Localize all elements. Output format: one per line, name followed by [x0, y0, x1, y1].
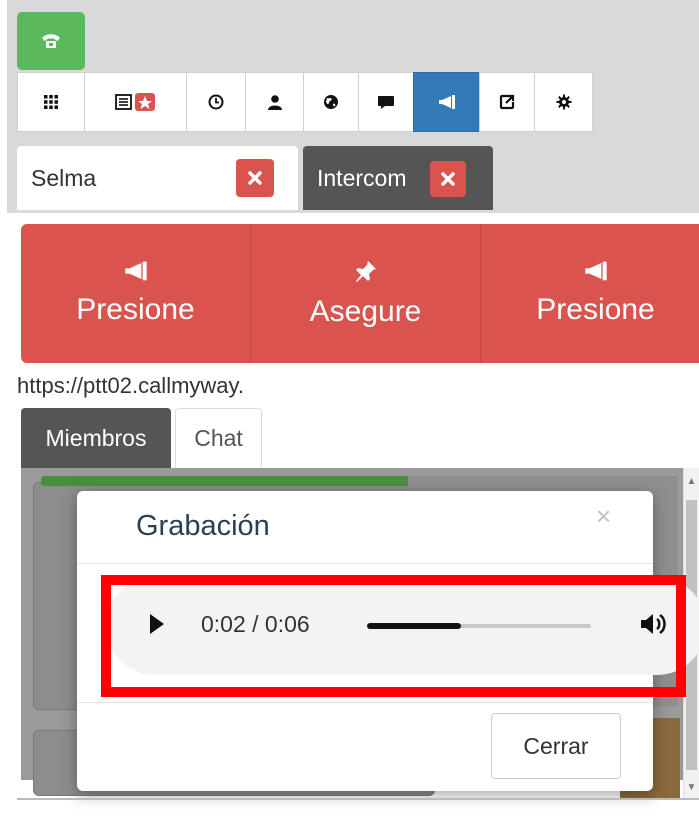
contacts-button[interactable] [245, 72, 304, 132]
grid-icon [44, 95, 58, 109]
close-icon [441, 172, 455, 186]
scroll-up-icon[interactable]: ▲ [686, 476, 697, 487]
tab-label: Intercom [317, 164, 407, 191]
web-button[interactable] [303, 72, 359, 132]
annotation-highlight-box [101, 575, 686, 697]
scroll-down-icon[interactable]: ▼ [686, 782, 697, 793]
bottom-border [17, 798, 699, 800]
grid-button[interactable] [17, 72, 85, 132]
session-url: https://ptt02.callmyway. [17, 373, 245, 398]
push-to-talk-button[interactable]: Presione [21, 224, 251, 363]
member-card-header [41, 476, 411, 486]
tab-miembros[interactable]: Miembros [21, 408, 171, 468]
dialog-divider [77, 563, 653, 564]
close-dialog-button[interactable]: Cerrar [491, 713, 621, 779]
globe-icon [324, 95, 338, 109]
share-icon [499, 94, 515, 110]
megaphone-icon [124, 261, 147, 280]
left-margin [0, 0, 7, 821]
messages-button[interactable] [358, 72, 414, 132]
close-tab-selma-button[interactable] [236, 159, 274, 197]
phone-icon [42, 34, 60, 48]
dialog-footer-divider [77, 702, 653, 703]
ptt-action-bar: Presione Asegure Presione [21, 224, 699, 363]
list-favorites-button[interactable] [84, 72, 187, 132]
tab-selma[interactable]: Selma [17, 146, 298, 210]
clock-icon [208, 94, 224, 110]
intercom-button[interactable] [413, 72, 480, 132]
dialog-close-icon[interactable]: × [596, 503, 611, 529]
phone-button[interactable] [17, 12, 85, 70]
history-button[interactable] [186, 72, 246, 132]
user-icon [267, 95, 282, 110]
dialog-title: Grabación [136, 510, 270, 542]
toolbar [17, 72, 593, 132]
megaphone-icon [438, 95, 455, 109]
app-window: Selma Intercom Presione Asegure Presione… [0, 0, 699, 821]
push-to-talk-button-2[interactable]: Presione [481, 224, 699, 363]
tab-chat[interactable]: Chat [175, 408, 262, 468]
close-tab-intercom-button[interactable] [430, 161, 466, 197]
close-icon [248, 171, 262, 185]
chat-bubble-icon [378, 95, 394, 109]
megaphone-icon [584, 261, 607, 280]
tabs-divider [17, 212, 699, 213]
action-label: Asegure [309, 294, 422, 328]
action-label: Presione [536, 292, 655, 326]
action-label: Presione [76, 292, 195, 326]
gear-icon [556, 94, 571, 110]
settings-button[interactable] [534, 72, 593, 132]
share-button[interactable] [479, 72, 535, 132]
lock-talk-button[interactable]: Asegure [251, 224, 481, 363]
tab-label: Selma [31, 164, 97, 191]
tab-intercom[interactable]: Intercom [303, 146, 493, 210]
list-star-icon [114, 93, 155, 111]
pin-icon [355, 260, 376, 282]
